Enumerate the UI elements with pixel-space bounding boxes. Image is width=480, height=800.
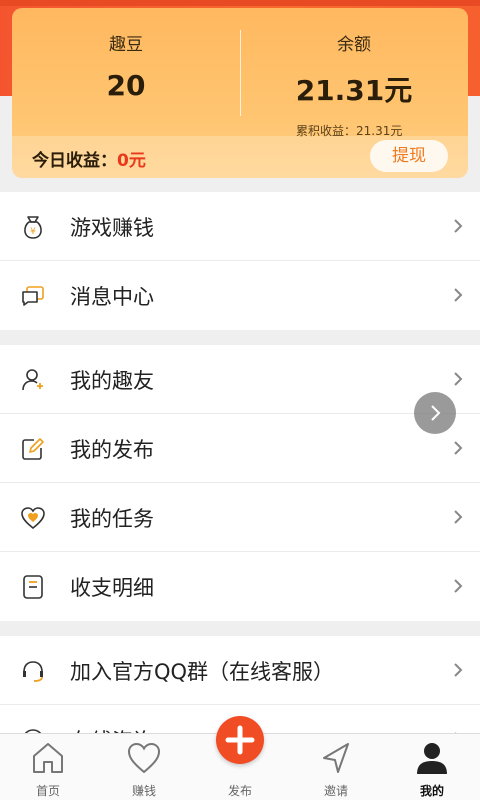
- tab-earn[interactable]: 赚钱: [96, 734, 192, 800]
- menu-item-my-tasks[interactable]: 我的任务: [0, 483, 480, 552]
- menu-item-my-friends[interactable]: 我的趣友: [0, 345, 480, 414]
- send-icon: [323, 743, 349, 773]
- balance-section[interactable]: 余额 21.31元: [240, 8, 468, 109]
- menu-item-label: 我的任务: [70, 507, 154, 531]
- menu-item-label: 游戏赚钱: [70, 216, 154, 240]
- headset-icon: [23, 661, 43, 682]
- menu-item-label: 我的趣友: [70, 369, 154, 393]
- menu-item-label: 消息中心: [70, 285, 154, 309]
- tab-label: 赚钱: [131, 784, 156, 798]
- chevron-right-icon: [431, 405, 441, 421]
- beans-value: 20: [106, 69, 146, 102]
- beans-section[interactable]: 趣豆 20: [12, 8, 240, 102]
- menu-item-game-earn[interactable]: ¥ 游戏赚钱: [0, 192, 480, 261]
- chevron-right-icon: [454, 219, 463, 233]
- money-bag-icon: ¥: [24, 216, 42, 239]
- tab-mine[interactable]: 我的: [384, 734, 480, 800]
- heart-icon: [127, 742, 161, 774]
- menu-item-qq-group[interactable]: 加入官方QQ群（在线客服）: [0, 636, 480, 705]
- home-icon: [33, 743, 63, 773]
- chevron-right-icon: [454, 372, 463, 386]
- chevron-right-icon: [454, 510, 463, 524]
- message-icon: [22, 286, 44, 306]
- beans-label: 趣豆: [109, 35, 143, 55]
- withdraw-button[interactable]: 提现: [370, 140, 448, 172]
- menu-item-transactions[interactable]: 收支明细: [0, 552, 480, 621]
- menu-item-message-center[interactable]: 消息中心: [0, 261, 480, 330]
- publish-button[interactable]: [216, 716, 264, 764]
- chevron-right-icon: [454, 288, 463, 302]
- menu-item-my-posts[interactable]: 我的发布: [0, 414, 480, 483]
- tab-label: 发布: [227, 784, 252, 798]
- tab-label: 邀请: [323, 784, 348, 798]
- friend-icon: [22, 369, 43, 391]
- menu-group-personal: 我的趣友 我的发布 我的任务 收支明细: [0, 345, 480, 621]
- balance-value: 21.31元: [295, 74, 413, 107]
- tab-home[interactable]: 首页: [0, 734, 96, 800]
- menu-item-label: 我的发布: [70, 438, 154, 462]
- plus-icon: [225, 725, 255, 755]
- ledger-icon: [23, 575, 43, 599]
- edit-icon: [22, 438, 44, 460]
- heart-task-icon: [21, 507, 45, 530]
- menu-group-earn: ¥ 游戏赚钱 消息中心: [0, 192, 480, 330]
- tab-invite[interactable]: 邀请: [288, 734, 384, 800]
- today-earnings-value: 0元: [117, 151, 146, 171]
- today-earnings: 今日收益：0元: [32, 146, 146, 171]
- chevron-right-icon: [454, 441, 463, 455]
- chevron-right-icon: [454, 579, 463, 593]
- wallet-card: 趣豆 20 余额 21.31元 累积收益：21.31元 今日收益：0元 提现: [12, 8, 468, 178]
- tab-label: 首页: [35, 784, 60, 798]
- menu-item-label: 在线咨询: [70, 725, 154, 733]
- balance-label: 余额: [337, 35, 371, 55]
- svg-text:¥: ¥: [30, 227, 36, 237]
- today-earnings-label: 今日收益：: [32, 151, 117, 171]
- menu-item-label: 收支明细: [70, 576, 154, 600]
- menu-item-label: 加入官方QQ群（在线客服）: [70, 660, 335, 684]
- status-bar: [0, 0, 480, 6]
- user-icon: [417, 743, 447, 774]
- tab-label: 我的: [419, 784, 444, 798]
- chevron-right-icon: [454, 663, 463, 677]
- floating-expand-button[interactable]: [414, 392, 456, 434]
